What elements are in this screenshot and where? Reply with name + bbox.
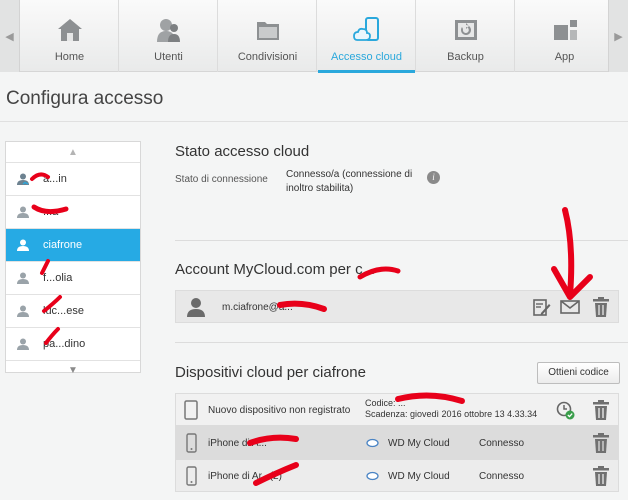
nav-cloud-access[interactable]: Accesso cloud [318,0,416,73]
nav-home[interactable]: Home [21,0,119,72]
nav-apps-label: App [554,51,575,63]
cloud-status-title: Stato accesso cloud [175,143,310,160]
devices-title: Dispositivi cloud per ciafrone [175,364,366,381]
nav-apps[interactable]: App [516,0,614,72]
connection-status-label: Stato di connessione [175,174,268,185]
user-list-scroll-up-icon[interactable]: ▲ [6,142,140,162]
trash-icon[interactable] [592,466,610,486]
nav-backup[interactable]: Backup [417,0,515,72]
phone-icon [186,433,197,453]
device-redaction-scribbles [247,392,465,486]
user-icon [187,298,205,317]
get-code-button[interactable]: Ottieni codice [537,362,620,384]
apps-icon [554,20,577,40]
nav-users[interactable]: Utenti [120,0,218,72]
device-status: Connesso [479,471,525,482]
connection-status-line2: inoltro stabilita) [286,183,354,194]
folder-icon [257,22,279,40]
nav-home-label: Home [54,51,85,63]
connection-status-value: Connesso/a (connessione di inoltro stabi… [286,168,412,196]
section-divider [175,342,628,343]
home-icon [58,19,82,41]
trash-icon[interactable] [592,433,610,453]
page-title: Configura accesso [6,88,164,109]
top-navigation: ◀ Home Utenti Condivisioni Accesso cloud [0,0,628,73]
nav-cloud-access-label: Accesso cloud [331,51,402,63]
pending-clock-icon [556,401,575,420]
cloud-devices-icon [353,17,379,41]
annotation-arrow [277,207,593,312]
nav-shares[interactable]: Condivisioni [219,0,317,72]
tablet-icon [184,400,198,420]
nav-shares-label: Condivisioni [237,51,298,63]
trash-icon[interactable] [592,400,610,420]
users-icon [157,19,180,42]
nav-scroll-right-icon[interactable]: ▶ [608,0,628,72]
phone-icon [186,466,197,486]
info-icon[interactable]: i [427,171,440,184]
device-status: Connesso [479,438,525,449]
nav-users-label: Utenti [154,51,183,63]
backup-icon [455,20,477,40]
redaction-scribbles [30,172,69,345]
nav-scroll-left-icon[interactable]: ◀ [0,0,20,72]
nav-backup-label: Backup [447,51,484,63]
connection-status-line1: Connesso/a (connessione di [286,169,413,180]
title-divider [0,121,628,122]
